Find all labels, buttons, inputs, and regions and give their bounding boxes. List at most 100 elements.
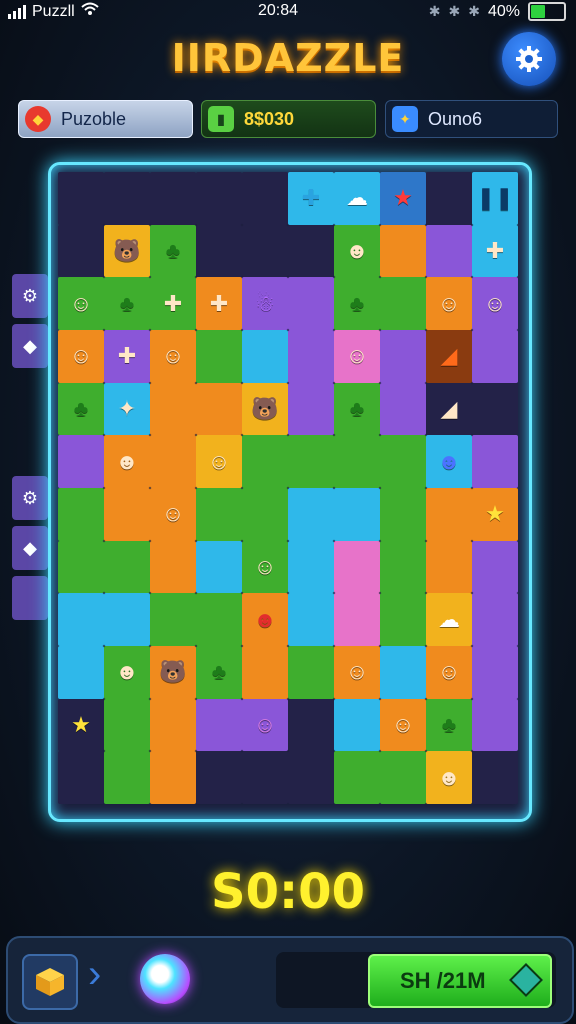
side-tile[interactable]: ◆ [12, 526, 48, 570]
board-cell[interactable] [426, 172, 472, 225]
board-cell[interactable] [426, 224, 472, 278]
board-cell[interactable]: ✚ [150, 277, 196, 330]
board-cell[interactable]: 🐻 [150, 646, 196, 699]
board-cell[interactable]: ☻ [104, 646, 150, 699]
settings-button[interactable] [502, 32, 556, 86]
board-cell[interactable] [288, 646, 334, 699]
board-cell[interactable]: ☺ [426, 646, 472, 699]
board-cell[interactable] [472, 593, 518, 646]
board-cell[interactable] [150, 172, 196, 225]
board-cell[interactable] [380, 277, 426, 330]
board-cell[interactable] [288, 435, 334, 488]
board-cell[interactable]: ☺ [196, 435, 242, 488]
board-cell[interactable] [242, 224, 288, 278]
board-cell[interactable] [472, 330, 518, 383]
mode-pill[interactable]: ◆ Puzoble [18, 100, 193, 138]
board-cell[interactable] [242, 330, 288, 383]
board-cell[interactable] [288, 277, 334, 330]
board-cell[interactable] [196, 751, 242, 804]
board-cell[interactable]: ♣ [334, 277, 380, 330]
board-cell[interactable] [334, 435, 380, 488]
board-cell[interactable]: ☺ [426, 277, 472, 330]
board-cell[interactable] [380, 593, 426, 646]
board-cell[interactable]: ☺ [472, 277, 518, 330]
board-cell[interactable]: ✚ [288, 172, 334, 225]
board-cell[interactable] [288, 382, 334, 436]
board-cell[interactable]: ♣ [150, 224, 196, 278]
board-cell[interactable] [380, 488, 426, 541]
side-tile[interactable] [12, 576, 48, 620]
board-cell[interactable] [58, 751, 104, 804]
board-cell[interactable] [288, 540, 334, 594]
board-cell[interactable]: ✚ [472, 224, 518, 278]
board-cell[interactable]: ☺ [334, 646, 380, 699]
board-cell[interactable] [196, 540, 242, 594]
board-cell[interactable]: ◢ [426, 330, 472, 383]
board-cell[interactable] [380, 646, 426, 699]
board-cell[interactable] [242, 172, 288, 225]
board-cell[interactable]: ☺ [380, 698, 426, 752]
board-cell[interactable]: ☻ [334, 224, 380, 278]
board-cell[interactable] [380, 330, 426, 383]
board-cell[interactable] [58, 224, 104, 278]
board-cell[interactable] [196, 330, 242, 383]
board-cell[interactable] [104, 540, 150, 594]
inventory-button[interactable] [22, 954, 78, 1010]
board-cell[interactable]: ☁ [334, 172, 380, 225]
board-cell[interactable] [288, 224, 334, 278]
board-cell[interactable] [288, 488, 334, 541]
board-cell[interactable]: ☻ [426, 751, 472, 804]
board-cell[interactable]: ♣ [334, 382, 380, 436]
board-cell[interactable]: ☺ [242, 540, 288, 594]
board-cell[interactable]: ☁ [426, 593, 472, 646]
board-cell[interactable] [472, 698, 518, 752]
board-cell[interactable] [196, 172, 242, 225]
board-cell[interactable] [196, 382, 242, 436]
board-cell[interactable] [196, 224, 242, 278]
board-cell[interactable] [380, 435, 426, 488]
board-cell[interactable]: ❚❚ [472, 172, 518, 225]
board-cell[interactable] [288, 751, 334, 804]
board-cell[interactable]: 🐻 [242, 382, 288, 436]
board-cell[interactable] [104, 593, 150, 646]
board-cell[interactable]: ✚ [104, 330, 150, 383]
board-cell[interactable] [150, 751, 196, 804]
board-cell[interactable]: 🐻 [104, 224, 150, 278]
board-cell[interactable] [196, 488, 242, 541]
right-pill[interactable]: ✦ Ouno6 [385, 100, 558, 138]
board-cell[interactable] [380, 382, 426, 436]
board-cell[interactable]: ☃ [242, 277, 288, 330]
board-cell[interactable] [288, 698, 334, 752]
board-cell[interactable] [380, 540, 426, 594]
board-cell[interactable] [242, 488, 288, 541]
board-cell[interactable] [58, 646, 104, 699]
board-cell[interactable]: ✦ [104, 382, 150, 436]
board-cell[interactable] [58, 488, 104, 541]
board-cell[interactable]: ☻ [426, 435, 472, 488]
board-cell[interactable] [288, 330, 334, 383]
board-cell[interactable]: ♣ [58, 382, 104, 436]
side-tile[interactable]: ◆ [12, 324, 48, 368]
board-cell[interactable] [472, 751, 518, 804]
board-cell[interactable] [334, 751, 380, 804]
board-cell[interactable] [334, 488, 380, 541]
board-cell[interactable]: ☺ [334, 330, 380, 383]
board-cell[interactable]: ☻ [242, 593, 288, 646]
board-cell[interactable] [58, 540, 104, 594]
board-cell[interactable]: ♣ [196, 646, 242, 699]
board-cell[interactable] [196, 698, 242, 752]
board-cell[interactable] [58, 172, 104, 225]
board-cell[interactable] [242, 435, 288, 488]
board-cell[interactable] [426, 488, 472, 541]
board-cell[interactable] [334, 540, 380, 594]
side-tile[interactable]: ⚙ [12, 274, 48, 318]
board-cell[interactable] [242, 646, 288, 699]
side-tile[interactable]: ⚙ [12, 476, 48, 520]
board-cell[interactable] [150, 435, 196, 488]
board-cell[interactable]: ★ [472, 488, 518, 541]
board-cell[interactable] [104, 488, 150, 541]
board-cell[interactable]: ♣ [426, 698, 472, 752]
board-cell[interactable] [472, 646, 518, 699]
board-cell[interactable]: ☺ [58, 277, 104, 330]
board-cell[interactable]: ★ [58, 698, 104, 752]
